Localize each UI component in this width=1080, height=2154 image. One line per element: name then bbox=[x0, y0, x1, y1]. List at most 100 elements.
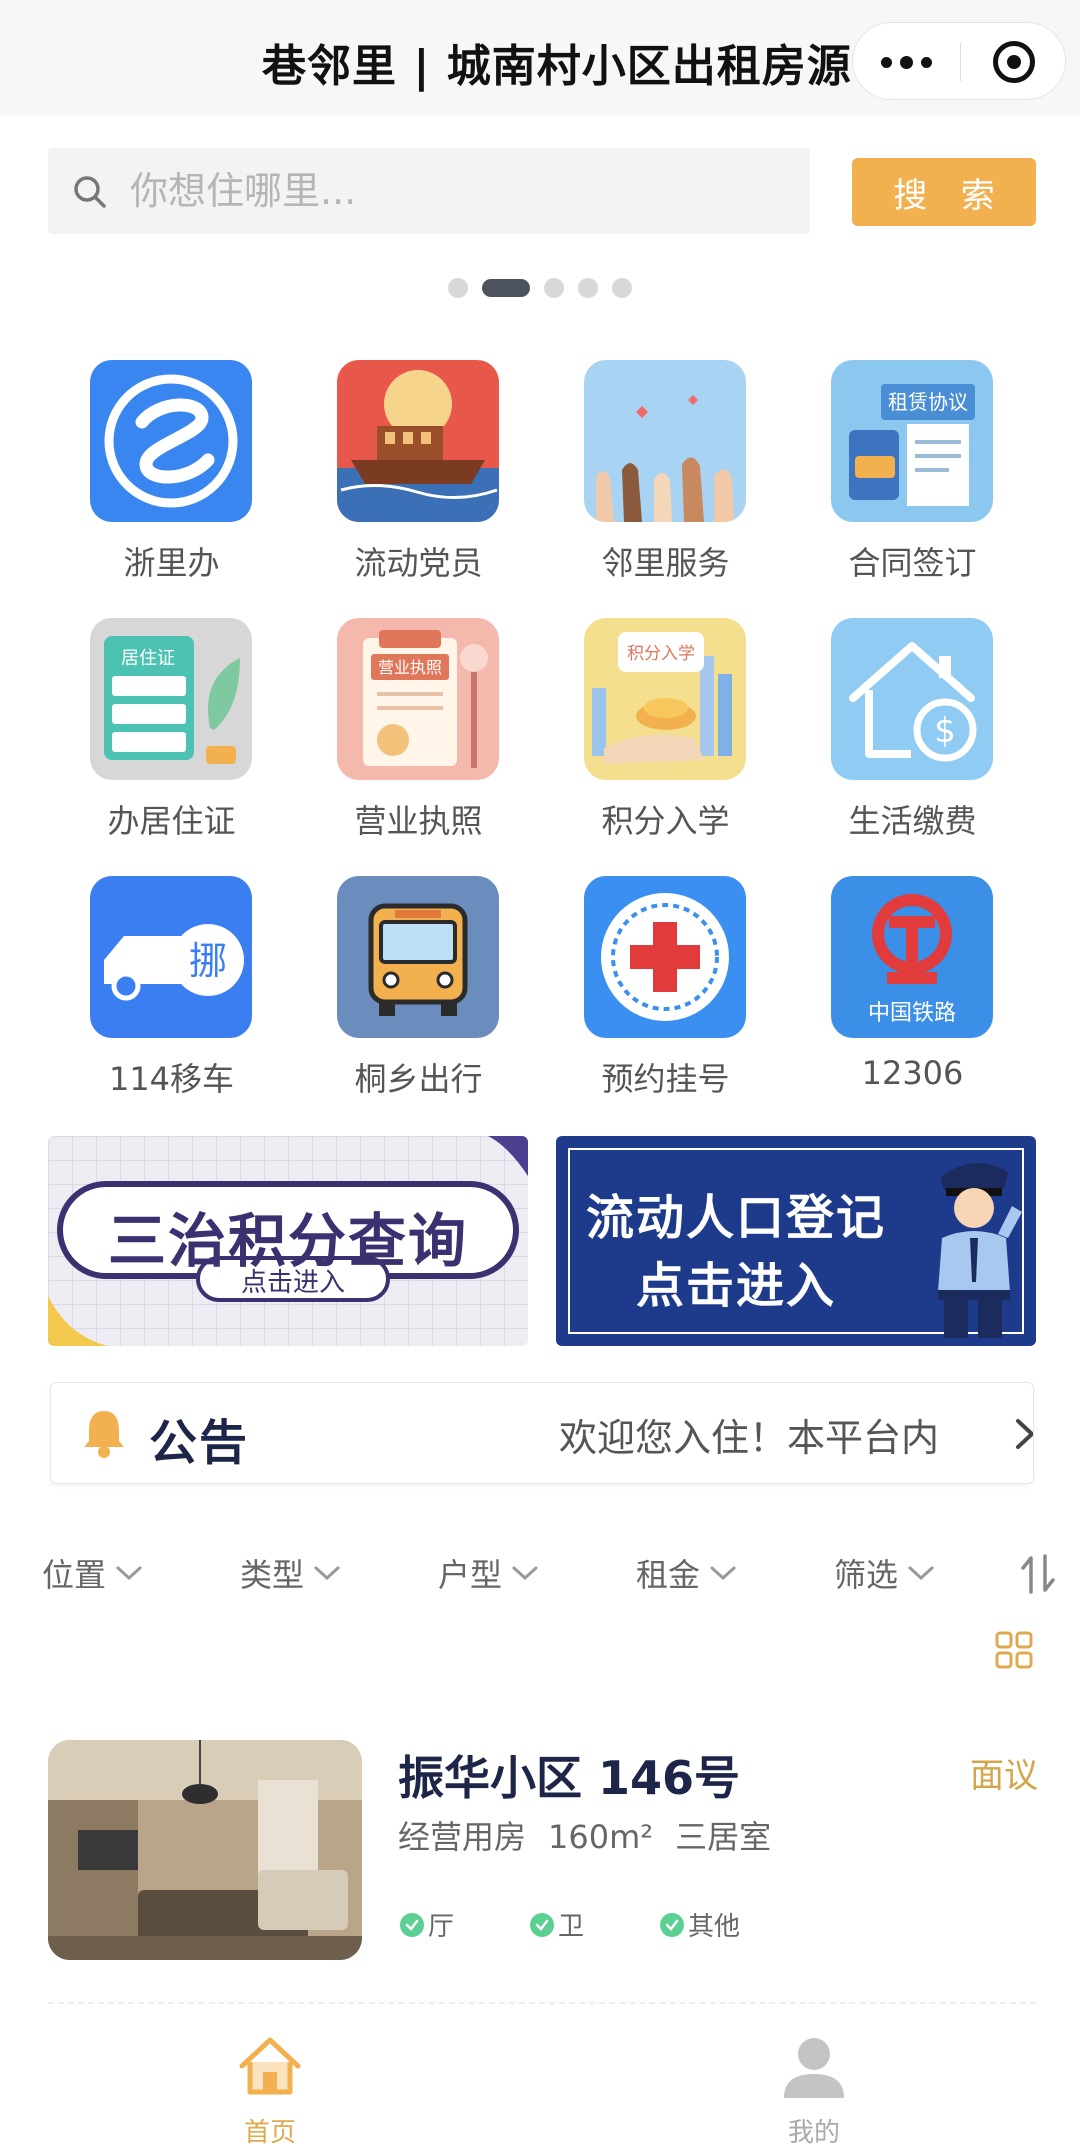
listing-tags: 厅 卫 其他 bbox=[400, 1906, 816, 1943]
service-appointment[interactable]: 预约挂号 bbox=[542, 876, 789, 1134]
search-button[interactable]: 搜 索 bbox=[852, 158, 1036, 226]
listing-meta: 经营用房 160m² 三居室 bbox=[398, 1812, 793, 1858]
service-zheliban[interactable]: 浙里办 bbox=[48, 360, 295, 618]
search-box bbox=[48, 148, 810, 234]
china-railway-icon-text: 中国铁路 bbox=[868, 1001, 956, 1026]
filter-layout[interactable]: 户型 bbox=[438, 1548, 540, 1598]
filter-more[interactable]: 筛选 bbox=[834, 1548, 936, 1598]
chevron-down-icon bbox=[116, 1566, 142, 1581]
sort-icon[interactable] bbox=[1018, 1552, 1058, 1596]
carousel-dot[interactable] bbox=[544, 278, 564, 298]
business-license-icon: 营业执照 bbox=[337, 618, 499, 780]
service-label: 流动党员 bbox=[354, 544, 483, 582]
service-school-points[interactable]: 积分入学 积分入学 bbox=[542, 618, 789, 876]
tab-home-label: 首页 bbox=[243, 2118, 296, 2148]
service-mobile-party-member[interactable]: 流动党员 bbox=[295, 360, 542, 618]
filter-location[interactable]: 位置 bbox=[42, 1548, 144, 1598]
service-move-car[interactable]: 挪 114移车 bbox=[48, 876, 295, 1134]
page-title: 巷邻里 | 城南村小区出租房源 bbox=[262, 41, 852, 92]
school-points-icon-text: 积分入学 bbox=[627, 644, 695, 664]
listing-tag: 其他 bbox=[660, 1906, 740, 1943]
listing-card[interactable]: 振华小区 146号 面议 经营用房 160m² 三居室 厅 卫 其他 bbox=[48, 1740, 1038, 1960]
tab-mine[interactable]: 我的 bbox=[714, 2032, 914, 2152]
chevron-right-icon bbox=[1016, 1419, 1033, 1449]
service-business-license[interactable]: 营业执照 营业执照 bbox=[295, 618, 542, 876]
carousel-indicator bbox=[448, 278, 632, 298]
service-residence-permit[interactable]: 居住证 办居住证 bbox=[48, 618, 295, 876]
mini-program-capsule bbox=[852, 22, 1066, 100]
chevron-down-icon bbox=[908, 1566, 934, 1581]
service-label: 浙里办 bbox=[123, 544, 220, 582]
service-tongxiang-travel[interactable]: 桐乡出行 bbox=[295, 876, 542, 1134]
carousel-dot-active[interactable] bbox=[482, 279, 530, 297]
carousel-dot[interactable] bbox=[578, 278, 598, 298]
check-icon bbox=[660, 1912, 685, 1937]
check-icon bbox=[530, 1912, 555, 1937]
service-label: 12306 bbox=[861, 1054, 964, 1092]
filter-label: 筛选 bbox=[834, 1556, 899, 1594]
more-options-icon[interactable] bbox=[853, 23, 960, 101]
service-12306[interactable]: 中国铁路 12306 bbox=[789, 876, 1036, 1134]
notice-title: 公告 bbox=[149, 1415, 250, 1471]
service-label: 预约挂号 bbox=[601, 1060, 730, 1098]
banner-population-registration[interactable]: 流动人口登记 点击进入 bbox=[556, 1136, 1036, 1346]
contract-icon: 租赁协议 bbox=[831, 360, 993, 522]
service-label: 办居住证 bbox=[107, 802, 236, 840]
filter-label: 户型 bbox=[438, 1556, 503, 1594]
bus-icon bbox=[337, 876, 499, 1038]
listing-area: 160m² bbox=[548, 1818, 654, 1856]
banner-points-query[interactable]: 三治积分查询 点击进入 bbox=[48, 1136, 528, 1346]
school-points-icon: 积分入学 bbox=[584, 618, 746, 780]
listing-photo bbox=[48, 1740, 362, 1960]
listing-tag-label: 厅 bbox=[428, 1912, 455, 1942]
listing-layout: 三居室 bbox=[675, 1818, 772, 1856]
move-car-icon: 挪 bbox=[90, 876, 252, 1038]
banner-registration-line1: 流动人口登记 bbox=[586, 1190, 887, 1246]
china-railway-icon: 中国铁路 bbox=[831, 876, 993, 1038]
listing-tag-label: 其他 bbox=[688, 1912, 741, 1942]
grid-view-icon[interactable] bbox=[994, 1630, 1034, 1670]
service-utility-payment[interactable]: $ 生活缴费 bbox=[789, 618, 1036, 876]
listing-divider bbox=[48, 2002, 1036, 2004]
notice-text: 欢迎您入住！本平台内 bbox=[559, 1416, 940, 1459]
service-label: 积分入学 bbox=[601, 802, 730, 840]
user-icon bbox=[784, 2038, 844, 2098]
svg-text:$: $ bbox=[934, 711, 956, 751]
business-license-icon-text: 营业执照 bbox=[378, 658, 442, 677]
banner-registration-line2: 点击进入 bbox=[636, 1258, 837, 1314]
house-dollar-icon: $ bbox=[831, 618, 993, 780]
notice-bar[interactable]: 公告 欢迎您入住！本平台内 bbox=[50, 1382, 1034, 1484]
search-icon bbox=[74, 176, 106, 208]
listing-name: 振华小区 146号 bbox=[398, 1751, 741, 1805]
filter-rent[interactable]: 租金 bbox=[636, 1548, 738, 1598]
service-label: 生活缴费 bbox=[848, 802, 977, 840]
listing-tag: 卫 bbox=[530, 1906, 584, 1943]
bottom-tab-bar: 首页 我的 bbox=[0, 2018, 1080, 2154]
check-icon bbox=[400, 1912, 424, 1937]
filter-type[interactable]: 类型 bbox=[240, 1548, 342, 1598]
close-target-icon[interactable] bbox=[960, 23, 1067, 101]
listing-tag-label: 卫 bbox=[558, 1912, 585, 1942]
home-icon bbox=[239, 2037, 301, 2095]
service-contract[interactable]: 租赁协议 合同签订 bbox=[789, 360, 1036, 618]
service-neighbor[interactable]: 邻里服务 bbox=[542, 360, 789, 618]
listing-tag: 厅 bbox=[400, 1906, 454, 1943]
red-boat-icon bbox=[337, 360, 499, 522]
bell-icon bbox=[84, 1411, 124, 1458]
listing-type: 经营用房 bbox=[398, 1818, 527, 1856]
banner-points-subtitle: 点击进入 bbox=[240, 1268, 345, 1298]
carousel-dot[interactable] bbox=[612, 278, 632, 298]
tab-home[interactable]: 首页 bbox=[170, 2032, 370, 2152]
carousel-dot[interactable] bbox=[448, 278, 468, 298]
filter-label: 位置 bbox=[42, 1556, 107, 1594]
service-label: 营业执照 bbox=[354, 802, 483, 840]
medical-cross-icon bbox=[584, 876, 746, 1038]
chevron-down-icon bbox=[314, 1566, 340, 1581]
zheliban-icon bbox=[90, 360, 252, 522]
tab-mine-label: 我的 bbox=[787, 2118, 840, 2148]
chevron-down-icon bbox=[710, 1566, 736, 1581]
service-label: 合同签订 bbox=[848, 544, 977, 582]
search-input[interactable] bbox=[130, 148, 790, 234]
residence-permit-icon: 居住证 bbox=[90, 618, 252, 780]
title-bar: 巷邻里 | 城南村小区出租房源 bbox=[0, 0, 1080, 116]
